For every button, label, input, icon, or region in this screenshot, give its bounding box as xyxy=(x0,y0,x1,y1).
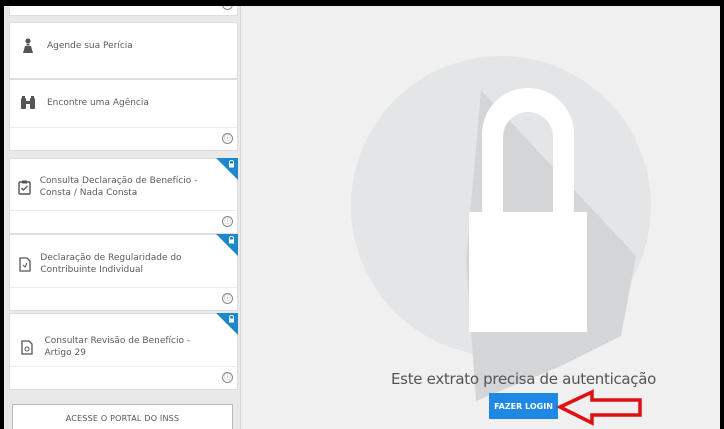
document-icon xyxy=(17,336,37,358)
card-footer: ⓘ xyxy=(10,366,237,389)
authentication-message: Este extrato precisa de autenticação xyxy=(391,370,656,388)
service-card-partial: ⓘ xyxy=(9,6,238,16)
service-label: Encontre uma Agência xyxy=(47,98,149,108)
info-icon[interactable]: ⓘ xyxy=(222,216,233,227)
info-icon[interactable]: ⓘ xyxy=(222,372,233,383)
portal-inss-button[interactable]: ACESSE O PORTAL DO INSS xyxy=(12,404,233,429)
sidebar: ⓘ Agende sua Perícia xyxy=(4,6,241,429)
service-label: Consulta Declaração de Benefício - Const… xyxy=(39,176,198,198)
card-footer: ⓘ xyxy=(10,127,237,150)
service-label: Declaração de Regularidade do Contribuin… xyxy=(40,253,182,275)
lock-icon xyxy=(229,160,234,168)
card-footer: ⓘ xyxy=(10,210,237,233)
main-panel: Este extrato precisa de autenticação FAZ… xyxy=(241,6,720,429)
padlock-illustration-icon xyxy=(351,56,651,401)
binoculars-icon xyxy=(17,92,39,114)
service-card-encontre-agencia[interactable]: Encontre uma Agência ⓘ xyxy=(9,79,238,151)
app-frame: ⓘ Agende sua Perícia xyxy=(4,6,720,429)
service-card-consultar-revisao[interactable]: Consultar Revisão de Benefício - Artigo … xyxy=(9,313,238,390)
info-icon[interactable]: ⓘ xyxy=(222,6,233,10)
service-label: Consultar Revisão de Benefício - Artigo … xyxy=(44,336,191,358)
service-card-agende-pericia[interactable]: Agende sua Perícia xyxy=(9,22,238,79)
service-card-declaracao-regularidade[interactable]: Declaração de Regularidade do Contribuin… xyxy=(9,234,238,311)
service-label: Agende sua Perícia xyxy=(47,41,133,51)
person-icon xyxy=(17,35,39,57)
document-icon xyxy=(17,253,32,275)
red-arrow-annotation-icon xyxy=(556,389,642,426)
service-card-consulta-declaracao[interactable]: Consulta Declaração de Benefício - Const… xyxy=(9,158,238,234)
lock-icon xyxy=(229,315,234,323)
info-icon[interactable]: ⓘ xyxy=(222,133,233,144)
clipboard-check-icon xyxy=(17,176,32,198)
info-icon[interactable]: ⓘ xyxy=(222,293,233,304)
card-footer: ⓘ xyxy=(10,287,237,310)
login-button[interactable]: FAZER LOGIN xyxy=(489,393,558,419)
lock-icon xyxy=(229,236,234,244)
